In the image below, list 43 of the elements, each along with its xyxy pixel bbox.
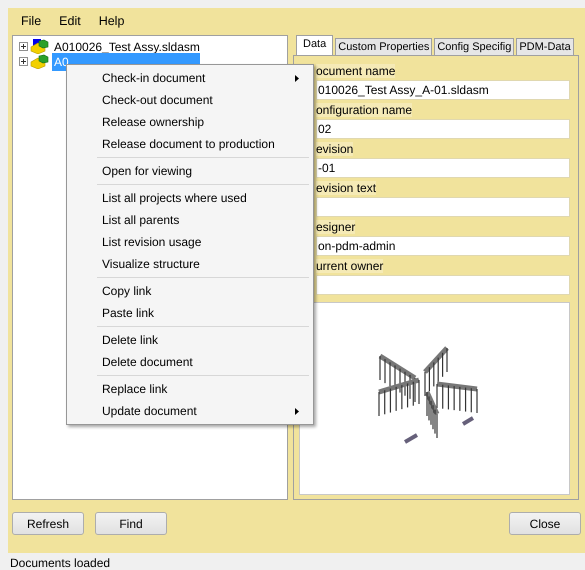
assembly-icon — [30, 39, 50, 54]
menu-item[interactable]: Visualize structure — [69, 253, 311, 275]
submenu-arrow-icon — [295, 75, 299, 82]
expand-icon[interactable] — [19, 42, 28, 51]
tab[interactable]: Data — [296, 35, 334, 55]
field-label: onfiguration name — [316, 103, 412, 117]
tree-item[interactable]: A010026_Test Assy.sldasm — [52, 38, 202, 56]
tab[interactable]: PDM-Data — [516, 38, 574, 55]
menu-item[interactable]: Replace link — [69, 378, 311, 400]
tab[interactable]: Config Specifig — [434, 38, 514, 55]
menu-item[interactable]: List revision usage — [69, 231, 311, 253]
menu-item[interactable]: Help — [90, 12, 134, 31]
menu-item[interactable]: Copy link — [69, 280, 311, 302]
field-label: esigner — [316, 220, 356, 234]
menu-item[interactable]: Paste link — [69, 302, 311, 324]
close-button[interactable]: Close — [509, 512, 581, 535]
menu-item[interactable]: Edit — [50, 12, 90, 31]
menu-item[interactable]: Check-out document — [69, 89, 311, 111]
expand-icon[interactable] — [19, 57, 28, 66]
menu-item[interactable]: Delete link — [69, 329, 311, 351]
menu-item[interactable]: Release document to production — [69, 133, 311, 155]
tab[interactable]: Custom Properties — [335, 38, 432, 55]
text-field[interactable]: on-pdm-admin — [316, 236, 570, 256]
submenu-arrow-icon — [295, 408, 299, 415]
menu-item[interactable]: List all parents — [69, 209, 311, 231]
text-field[interactable]: -01 — [316, 158, 570, 178]
menu-item[interactable]: Open for viewing — [69, 160, 311, 182]
text-field[interactable] — [316, 197, 570, 217]
text-field[interactable]: 02 — [316, 119, 570, 139]
text-field[interactable]: 010026_Test Assy_A-01.sldasm — [316, 80, 570, 100]
action-button[interactable]: Find — [95, 512, 167, 535]
action-button[interactable]: Refresh — [12, 512, 84, 535]
field-label: ocument name — [316, 64, 396, 78]
field-label: evision — [316, 142, 354, 156]
menu-item[interactable]: Release ownership — [69, 111, 311, 133]
menu-item[interactable]: File — [12, 12, 50, 31]
menu-item[interactable]: List all projects where used — [69, 187, 311, 209]
text-field[interactable] — [316, 275, 570, 295]
field-label: urrent owner — [316, 259, 384, 273]
menu-item[interactable]: Delete document — [69, 351, 311, 373]
menu-item[interactable]: Update document — [69, 400, 311, 422]
assembly-icon — [30, 54, 50, 69]
field-label: evision text — [316, 181, 376, 195]
